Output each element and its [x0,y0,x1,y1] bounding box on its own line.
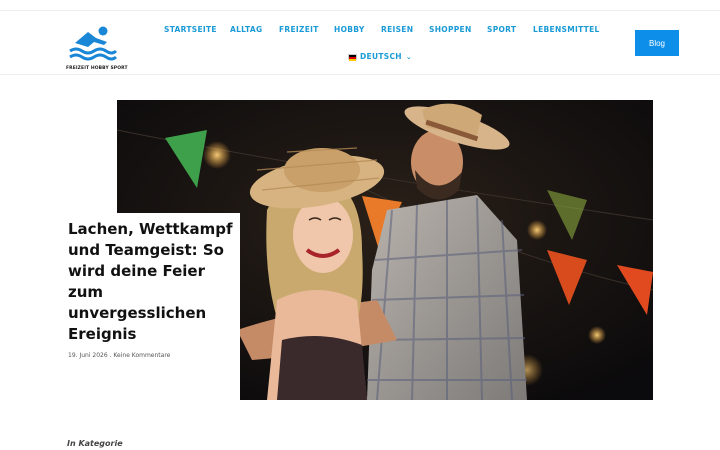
main-nav: STARTSEITE ALLTAG FREIZEIT HOBBY REISEN … [150,25,610,39]
post-title-card: Lachen, Wettkampf und Teamgeist: So wird… [62,213,240,403]
post-comments-link[interactable]: Keine Kommentare [113,352,170,359]
blog-button[interactable]: Blog [635,30,679,56]
post-title[interactable]: Lachen, Wettkampf und Teamgeist: So wird… [68,219,240,345]
language-label: DEUTSCH [360,52,402,61]
nav-item-startseite[interactable]: STARTSEITE [164,25,217,34]
post-meta: 19. Juni 2026 . Keine Kommentare [68,352,240,359]
nav-item-lebensmittel[interactable]: LEBENSMITTEL [533,25,600,34]
post-date[interactable]: 19. Juni 2026 [68,352,108,359]
category-heading: In Kategorie [67,439,123,448]
language-switcher[interactable]: DEUTSCH ⌄ [348,52,412,61]
top-bar [0,0,720,11]
nav-item-sport[interactable]: SPORT [487,25,516,34]
site-header: FREIZEIT HOBBY SPORT STARTSEITE ALLTAG F… [0,11,720,75]
german-flag-icon [348,53,357,61]
nav-item-reisen[interactable]: REISEN [381,25,413,34]
nav-item-shoppen[interactable]: SHOPPEN [429,25,472,34]
nav-item-freizeit[interactable]: FREIZEIT [279,25,319,34]
nav-item-alltag[interactable]: ALLTAG [230,25,262,34]
logo-text: FREIZEIT HOBBY SPORT [66,66,128,71]
nav-item-hobby[interactable]: HOBBY [334,25,365,34]
site-logo[interactable]: FREIZEIT HOBBY SPORT [66,23,128,71]
chevron-down-icon: ⌄ [405,52,413,61]
swimmer-logo-icon [69,26,118,61]
